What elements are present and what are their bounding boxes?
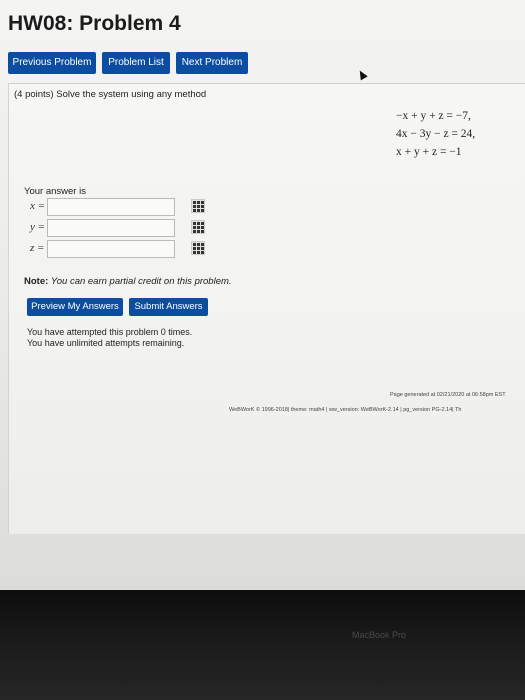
- note-text: You can earn partial credit on this prob…: [50, 276, 232, 287]
- partial-credit-note: Note: You can earn partial credit on thi…: [24, 276, 232, 287]
- browser-viewport: HW08: Problem 4 Previous Problem Problem…: [0, 0, 525, 590]
- laptop-bezel: [0, 590, 525, 700]
- matrix-entry-icon[interactable]: [191, 199, 205, 213]
- y-answer-input[interactable]: [47, 219, 175, 237]
- attempts-text: You have attempted this problem 0 times.: [27, 327, 193, 337]
- answer-label: Your answer is: [24, 186, 86, 197]
- x-label: x =: [30, 200, 46, 212]
- note-label: Note:: [24, 276, 49, 287]
- x-answer-input[interactable]: [47, 198, 175, 216]
- page-generated-text: Page generated at 02/21/2020 at 06:58pm …: [390, 392, 506, 398]
- page-title: HW08: Problem 4: [8, 12, 181, 35]
- equation-3: x + y + z = −1: [396, 146, 462, 158]
- z-label: z =: [30, 242, 45, 254]
- equation-1: −x + y + z = −7,: [396, 110, 471, 122]
- mouse-cursor-icon: [356, 68, 368, 81]
- problem-list-button[interactable]: Problem List: [102, 52, 170, 74]
- y-label: y =: [30, 221, 46, 233]
- matrix-entry-icon[interactable]: [191, 241, 205, 255]
- device-label: MacBook Pro: [352, 630, 407, 640]
- version-footer: WeBWorK © 1996-2018| theme: math4 | ww_v…: [229, 407, 462, 413]
- submit-answers-button[interactable]: Submit Answers: [129, 298, 208, 316]
- z-answer-input[interactable]: [47, 240, 175, 258]
- previous-problem-button[interactable]: Previous Problem: [8, 52, 96, 74]
- equation-2: 4x − 3y − z = 24,: [396, 128, 476, 140]
- remaining-attempts-text: You have unlimited attempts remaining.: [27, 338, 185, 348]
- next-problem-button[interactable]: Next Problem: [176, 52, 248, 74]
- matrix-entry-icon[interactable]: [191, 220, 205, 234]
- preview-answers-button[interactable]: Preview My Answers: [27, 298, 123, 316]
- problem-statement: (4 points) Solve the system using any me…: [14, 89, 207, 100]
